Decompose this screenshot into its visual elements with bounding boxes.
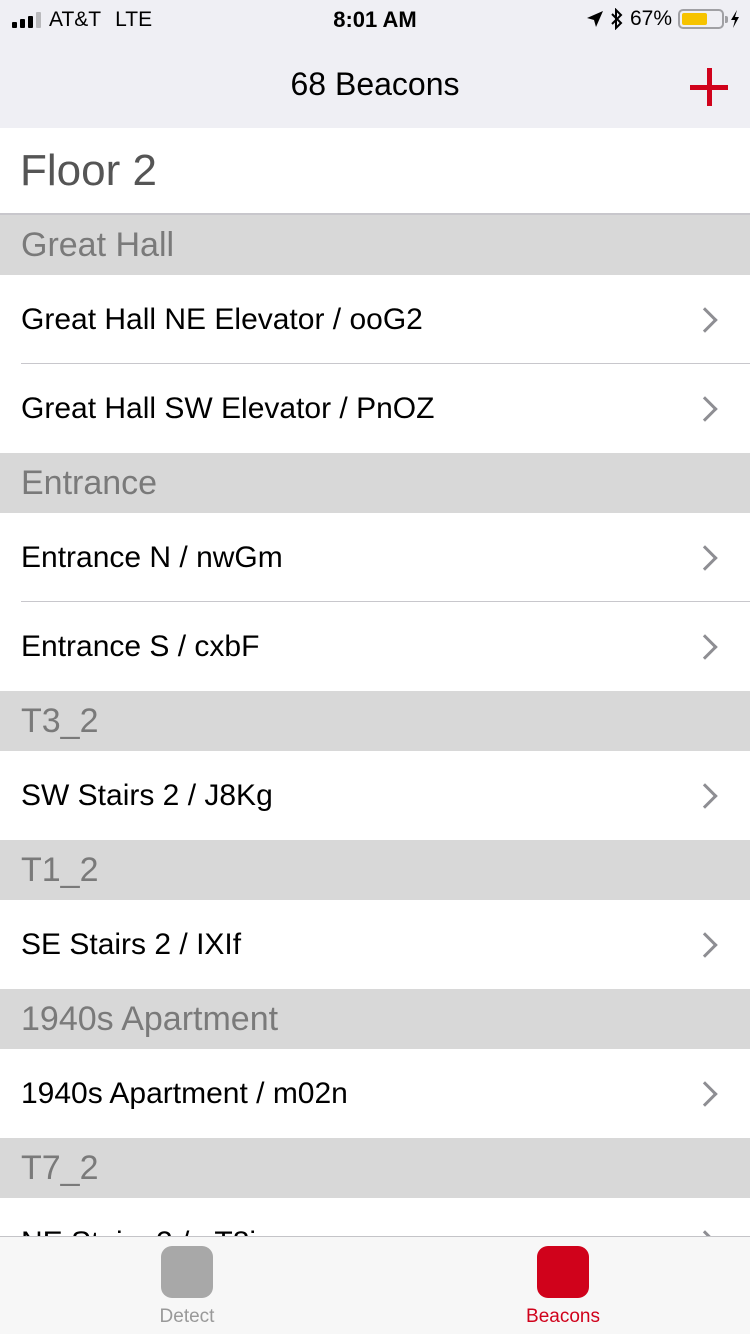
tab-label: Beacons [526, 1306, 600, 1327]
add-beacon-button[interactable] [690, 68, 730, 108]
section-header: T7_2 [0, 1138, 750, 1198]
list-item[interactable]: 1940s Apartment / m02n [0, 1049, 750, 1138]
list-item[interactable]: Entrance N / nwGm [0, 513, 750, 602]
detect-tab-icon [161, 1246, 213, 1298]
chevron-right-icon [692, 395, 718, 422]
floor-title: Floor 2 [0, 128, 750, 215]
list-item[interactable]: NE Stairs 2 / gT8j [0, 1198, 750, 1236]
section-header: Great Hall [0, 215, 750, 275]
location-arrow-icon [586, 11, 603, 27]
tab-detect[interactable]: Detect [127, 1246, 247, 1328]
list-item[interactable]: Great Hall SW Elevator / PnOZ [0, 364, 750, 453]
nav-bar: 68 Beacons [0, 40, 750, 128]
list-item[interactable]: SE Stairs 2 / IXIf [0, 900, 750, 989]
chevron-right-icon [692, 633, 718, 660]
beacon-label: Entrance N / nwGm [21, 540, 283, 574]
beacons-tab-icon [537, 1246, 589, 1298]
section-1940s-apartment: 1940s Apartment 1940s Apartment / m02n [0, 989, 750, 1138]
page-title: 68 Beacons [290, 66, 460, 102]
beacon-label: SW Stairs 2 / J8Kg [21, 778, 273, 812]
section-t3-2: T3_2 SW Stairs 2 / J8Kg [0, 691, 750, 840]
beacon-label: 1940s Apartment / m02n [21, 1076, 348, 1110]
battery-icon [678, 9, 728, 29]
tab-beacons[interactable]: Beacons [503, 1246, 623, 1328]
chevron-right-icon [692, 306, 718, 333]
list-item[interactable]: SW Stairs 2 / J8Kg [0, 751, 750, 840]
status-bar: AT&T LTE 8:01 AM 67% [0, 0, 750, 40]
list-item[interactable]: Entrance S / cxbF [0, 602, 750, 691]
section-t1-2: T1_2 SE Stairs 2 / IXIf [0, 840, 750, 989]
section-t7-2: T7_2 NE Stairs 2 / gT8j [0, 1138, 750, 1236]
section-header: T1_2 [0, 840, 750, 900]
charging-bolt-icon [731, 10, 739, 28]
status-right: 67% [586, 7, 740, 31]
bluetooth-icon [611, 8, 623, 30]
beacon-label: Entrance S / cxbF [21, 629, 260, 663]
beacon-label: NE Stairs 2 / gT8j [21, 1226, 256, 1237]
battery-level-fill [682, 13, 708, 25]
beacon-list[interactable]: Floor 2 Great Hall Great Hall NE Elevato… [0, 128, 750, 1236]
section-header: T3_2 [0, 691, 750, 751]
tab-bar: Detect Beacons [0, 1236, 750, 1334]
battery-percent: 67% [629, 7, 672, 30]
section-entrance: Entrance Entrance N / nwGm Entrance S / … [0, 453, 750, 691]
chevron-right-icon [692, 1080, 718, 1107]
section-header: 1940s Apartment [0, 989, 750, 1049]
list-item[interactable]: Great Hall NE Elevator / ooG2 [0, 275, 750, 364]
chevron-right-icon [692, 782, 718, 809]
beacon-label: SE Stairs 2 / IXIf [21, 927, 242, 961]
section-great-hall: Great Hall Great Hall NE Elevator / ooG2… [0, 215, 750, 453]
chevron-right-icon [692, 544, 718, 571]
beacon-label: Great Hall NE Elevator / ooG2 [21, 302, 423, 336]
beacon-label: Great Hall SW Elevator / PnOZ [21, 391, 435, 425]
chevron-right-icon [692, 931, 718, 958]
tab-label: Detect [159, 1306, 215, 1327]
section-header: Entrance [0, 453, 750, 513]
